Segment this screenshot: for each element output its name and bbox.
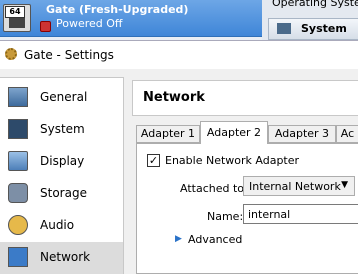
vm-list-item-selected[interactable]: 64 Gate (Fresh-Upgraded) Powered Off — [0, 0, 262, 37]
name-label: Name: — [207, 210, 244, 223]
vm-screen-icon — [9, 18, 25, 28]
chip-icon — [277, 23, 291, 34]
settings-dialog: Gate - Settings General System Display S… — [0, 40, 358, 274]
details-system-section[interactable]: System — [268, 18, 358, 40]
sidebar-item-label: System — [40, 122, 85, 136]
monitor-icon — [8, 151, 28, 171]
enable-adapter-checkbox[interactable]: ✓ — [147, 154, 160, 167]
vm-arch-badge: 64 — [5, 6, 25, 18]
sidebar-item-label: Display — [40, 154, 85, 168]
sidebar-item-storage[interactable]: Storage — [0, 178, 123, 210]
sidebar-item-label: Storage — [40, 186, 87, 200]
network-icon — [8, 247, 28, 267]
settings-sidebar: General System Display Storage Audio Net… — [0, 77, 124, 274]
attached-to-label: Attached to: — [180, 182, 248, 195]
vm-name: Gate (Fresh-Upgraded) — [46, 3, 189, 16]
powered-off-icon — [40, 21, 51, 32]
dialog-titlebar: Gate - Settings — [0, 41, 358, 69]
tab-adapter-1[interactable]: Adapter 1 — [136, 125, 200, 143]
sidebar-item-network[interactable]: Network — [0, 242, 123, 274]
tab-adapter-2[interactable]: Adapter 2 — [200, 121, 268, 144]
disk-icon — [8, 183, 28, 203]
attached-to-select[interactable]: Internal Network ▼ — [243, 176, 355, 196]
chevron-down-icon: ▼ — [341, 180, 348, 190]
advanced-toggle[interactable]: Advanced — [188, 233, 242, 246]
sidebar-item-system[interactable]: System — [0, 114, 123, 146]
general-icon — [8, 87, 28, 107]
tab-adapter-4[interactable]: Ac — [336, 125, 358, 143]
sidebar-item-label: General — [40, 90, 88, 104]
sidebar-item-label: Audio — [40, 218, 75, 232]
sidebar-item-general[interactable]: General — [0, 82, 123, 114]
dialog-title: Gate - Settings — [24, 48, 114, 62]
expand-arrow-icon[interactable]: ▶ — [175, 234, 182, 244]
chip-icon — [8, 119, 28, 139]
vm-os-icon: 64 — [3, 4, 31, 32]
network-page: Network Adapter 1 Adapter 2 Adapter 3 Ac… — [132, 77, 358, 274]
attached-to-value: Internal Network — [249, 180, 341, 193]
page-title: Network — [143, 90, 205, 105]
sidebar-item-audio[interactable]: Audio — [0, 210, 123, 242]
gear-icon — [5, 48, 17, 60]
manager-window: 64 Gate (Fresh-Upgraded) Powered Off Ope… — [0, 0, 358, 40]
speaker-icon — [8, 215, 28, 235]
details-system-label: System — [301, 22, 347, 35]
adapter-panel: ✓ Enable Network Adapter Attached to: In… — [136, 143, 358, 274]
tab-adapter-3[interactable]: Adapter 3 — [268, 125, 336, 143]
section-header: Network — [132, 80, 358, 116]
vm-status: Powered Off — [56, 17, 123, 30]
os-label: Operating System: — [272, 0, 358, 9]
sidebar-item-display[interactable]: Display — [0, 146, 123, 178]
adapter-tabs: Adapter 1 Adapter 2 Adapter 3 Ac — [136, 121, 358, 144]
sidebar-item-label: Network — [40, 250, 91, 264]
enable-adapter-label[interactable]: Enable Network Adapter — [165, 154, 299, 167]
details-pane: Operating System: System — [262, 0, 358, 40]
name-input[interactable] — [243, 204, 358, 224]
